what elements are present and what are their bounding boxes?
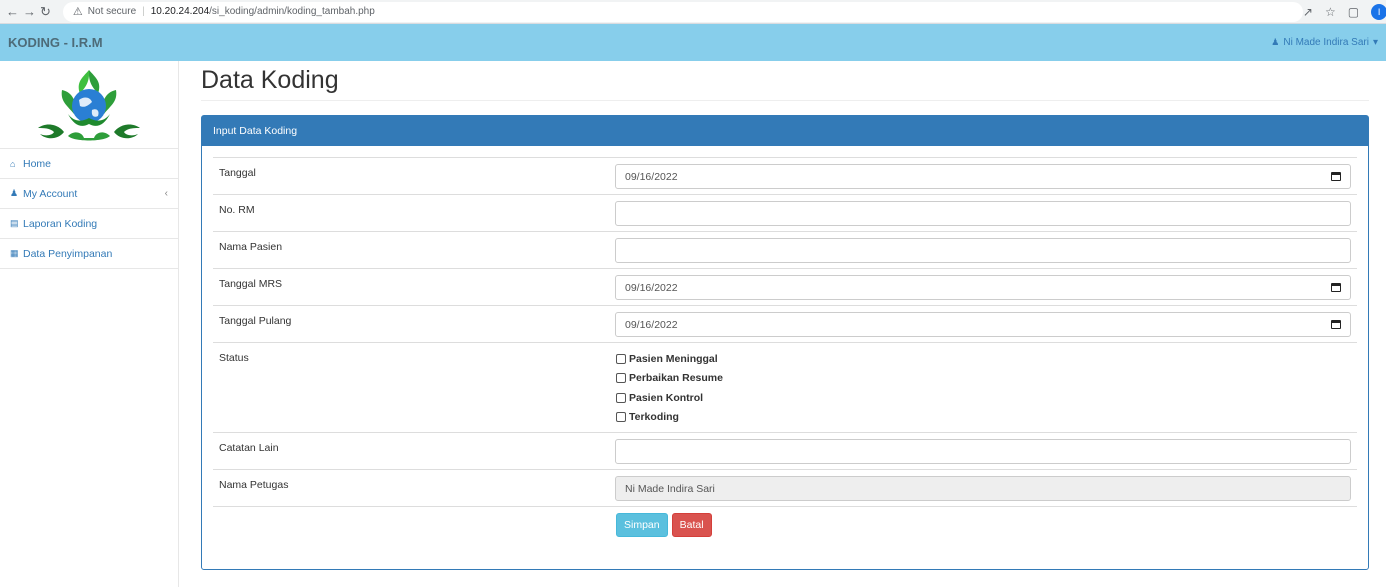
tanggal-pulang-date-input[interactable]: 09/16/2022	[615, 312, 1351, 337]
form-row-catatan-lain: Catatan Lain	[213, 432, 1357, 469]
chevron-left-icon: ‹	[164, 188, 168, 199]
user-icon: ♟	[10, 188, 19, 198]
reload-icon[interactable]: ↻	[40, 3, 51, 21]
checkbox[interactable]	[616, 412, 626, 423]
field-label: Nama Pasien	[219, 241, 283, 253]
checkbox-pasien-kontrol[interactable]: Pasien Kontrol	[616, 388, 1351, 408]
main-content: Data Koding Input Data Koding Tanggal 09…	[201, 61, 1369, 570]
tanggal-date-input[interactable]: 09/16/2022	[615, 164, 1351, 189]
checkbox[interactable]	[616, 353, 626, 364]
security-label: Not secure	[87, 6, 137, 17]
panel-heading: Input Data Koding	[202, 116, 1368, 146]
checkbox[interactable]	[616, 392, 626, 403]
batal-button[interactable]: Batal	[671, 513, 712, 537]
sidebar-item-label: Data Penyimpanan	[23, 247, 113, 260]
nama-petugas-input: Ni Made Indira Sari	[615, 476, 1351, 501]
page-title: Data Koding	[201, 61, 1369, 101]
address-bar[interactable]: ⚠ Not secure | 10.20.24.204/si_koding/ad…	[62, 1, 1303, 22]
app-logo	[38, 69, 140, 140]
input-panel: Input Data Koding Tanggal 09/16/2022 No.…	[201, 115, 1369, 570]
input-value: 09/16/2022	[625, 318, 678, 331]
form-row-tanggal-pulang: Tanggal Pulang 09/16/2022	[213, 305, 1357, 342]
sidebar: ⌂ Home ♟ My Account ‹ ▤ Laporan Koding ▦…	[0, 61, 179, 587]
sidebar-item-laporan-koding[interactable]: ▤ Laporan Koding	[0, 209, 178, 239]
browser-actions: ↗ ☆ ▢ I ⋮	[1303, 3, 1386, 20]
sidebar-item-label: Home	[23, 157, 52, 170]
form-row-nama-pasien: Nama Pasien	[213, 231, 1357, 268]
home-icon: ⌂	[10, 158, 16, 169]
top-navbar: KODING - I.R.M ♟ Ni Made Indira Sari ▾	[0, 24, 1386, 61]
sidebar-item-home[interactable]: ⌂ Home	[0, 149, 178, 179]
browser-toolbar: ← → ↻ ⚠ Not secure | 10.20.24.204/si_kod…	[0, 0, 1386, 24]
sidebar-item-label: My Account	[23, 187, 78, 200]
side-panel-icon[interactable]: ▢	[1348, 5, 1359, 19]
calendar-icon[interactable]	[1331, 320, 1341, 329]
form-row-tanggal-mrs: Tanggal MRS 09/16/2022	[213, 268, 1357, 305]
logo-area	[0, 61, 178, 149]
profile-avatar[interactable]: I	[1371, 3, 1386, 20]
user-icon: ♟	[1271, 37, 1280, 47]
input-value: 09/16/2022	[625, 281, 678, 294]
sidebar-item-label: Laporan Koding	[23, 217, 98, 230]
checkbox[interactable]	[616, 373, 626, 384]
checkbox-label: Terkoding	[629, 411, 679, 424]
checkbox-terkoding[interactable]: Terkoding	[616, 408, 1351, 428]
sidebar-item-my-account[interactable]: ♟ My Account ‹	[0, 179, 178, 209]
url-path: /si_koding/admin/koding_tambah.php	[209, 6, 375, 17]
warning-icon[interactable]: ⚠	[73, 5, 83, 18]
user-name: Ni Made Indira Sari	[1283, 37, 1369, 48]
actions-spacer	[213, 507, 616, 543]
field-label: Status	[219, 352, 249, 364]
field-label: Tanggal Pulang	[219, 315, 292, 327]
input-value: Ni Made Indira Sari	[625, 482, 715, 495]
simpan-button[interactable]: Simpan	[616, 513, 668, 537]
form-row-nama-petugas: Nama Petugas Ni Made Indira Sari	[213, 469, 1357, 506]
caret-down-icon: ▾	[1372, 37, 1378, 48]
share-icon[interactable]: ↗	[1303, 5, 1313, 19]
checkbox-label: Pasien Meninggal	[629, 352, 718, 365]
field-label: No. RM	[219, 204, 255, 216]
checkbox-pasien-meninggal[interactable]: Pasien Meninggal	[616, 349, 1351, 369]
field-label: Tanggal	[219, 167, 256, 179]
url-host: 10.20.24.204	[150, 6, 210, 17]
checkbox-label: Pasien Kontrol	[629, 391, 704, 404]
form-row-no-rm: No. RM	[213, 194, 1357, 231]
form-row-tanggal: Tanggal 09/16/2022	[213, 157, 1357, 194]
status-checkbox-group: Pasien Meninggal Perbaikan Resume Pasien…	[616, 343, 1357, 432]
user-dropdown[interactable]: ♟ Ni Made Indira Sari ▾	[1271, 37, 1378, 48]
sidebar-item-data-penyimpanan[interactable]: ▦ Data Penyimpanan	[0, 239, 178, 269]
checkbox-label: Perbaikan Resume	[629, 372, 723, 385]
no-rm-input[interactable]	[615, 201, 1351, 226]
back-icon[interactable]: ←	[6, 3, 19, 21]
bar-chart-icon: ▤	[10, 218, 19, 228]
forward-icon[interactable]: →	[23, 3, 36, 21]
bookmark-star-icon[interactable]: ☆	[1325, 5, 1336, 19]
nama-pasien-input[interactable]	[615, 238, 1351, 263]
field-label: Nama Petugas	[219, 479, 289, 491]
form-row-actions: Simpan Batal	[213, 506, 1357, 543]
url-separator: |	[142, 6, 145, 17]
table-icon: ▦	[10, 248, 19, 258]
form-table: Tanggal 09/16/2022 No. RM Nama Pasien Ta…	[213, 157, 1357, 543]
field-label: Tanggal MRS	[219, 278, 283, 290]
checkbox-perbaikan-resume[interactable]: Perbaikan Resume	[616, 369, 1351, 389]
input-value: 09/16/2022	[625, 170, 678, 183]
tanggal-mrs-date-input[interactable]: 09/16/2022	[615, 275, 1351, 300]
calendar-icon[interactable]	[1331, 172, 1341, 181]
form-row-status: Status Pasien Meninggal Perbaikan Resume…	[213, 342, 1357, 432]
calendar-icon[interactable]	[1331, 283, 1341, 292]
brand-title[interactable]: KODING - I.R.M	[8, 35, 103, 50]
field-label: Catatan Lain	[219, 442, 279, 454]
catatan-lain-input[interactable]	[615, 439, 1351, 464]
